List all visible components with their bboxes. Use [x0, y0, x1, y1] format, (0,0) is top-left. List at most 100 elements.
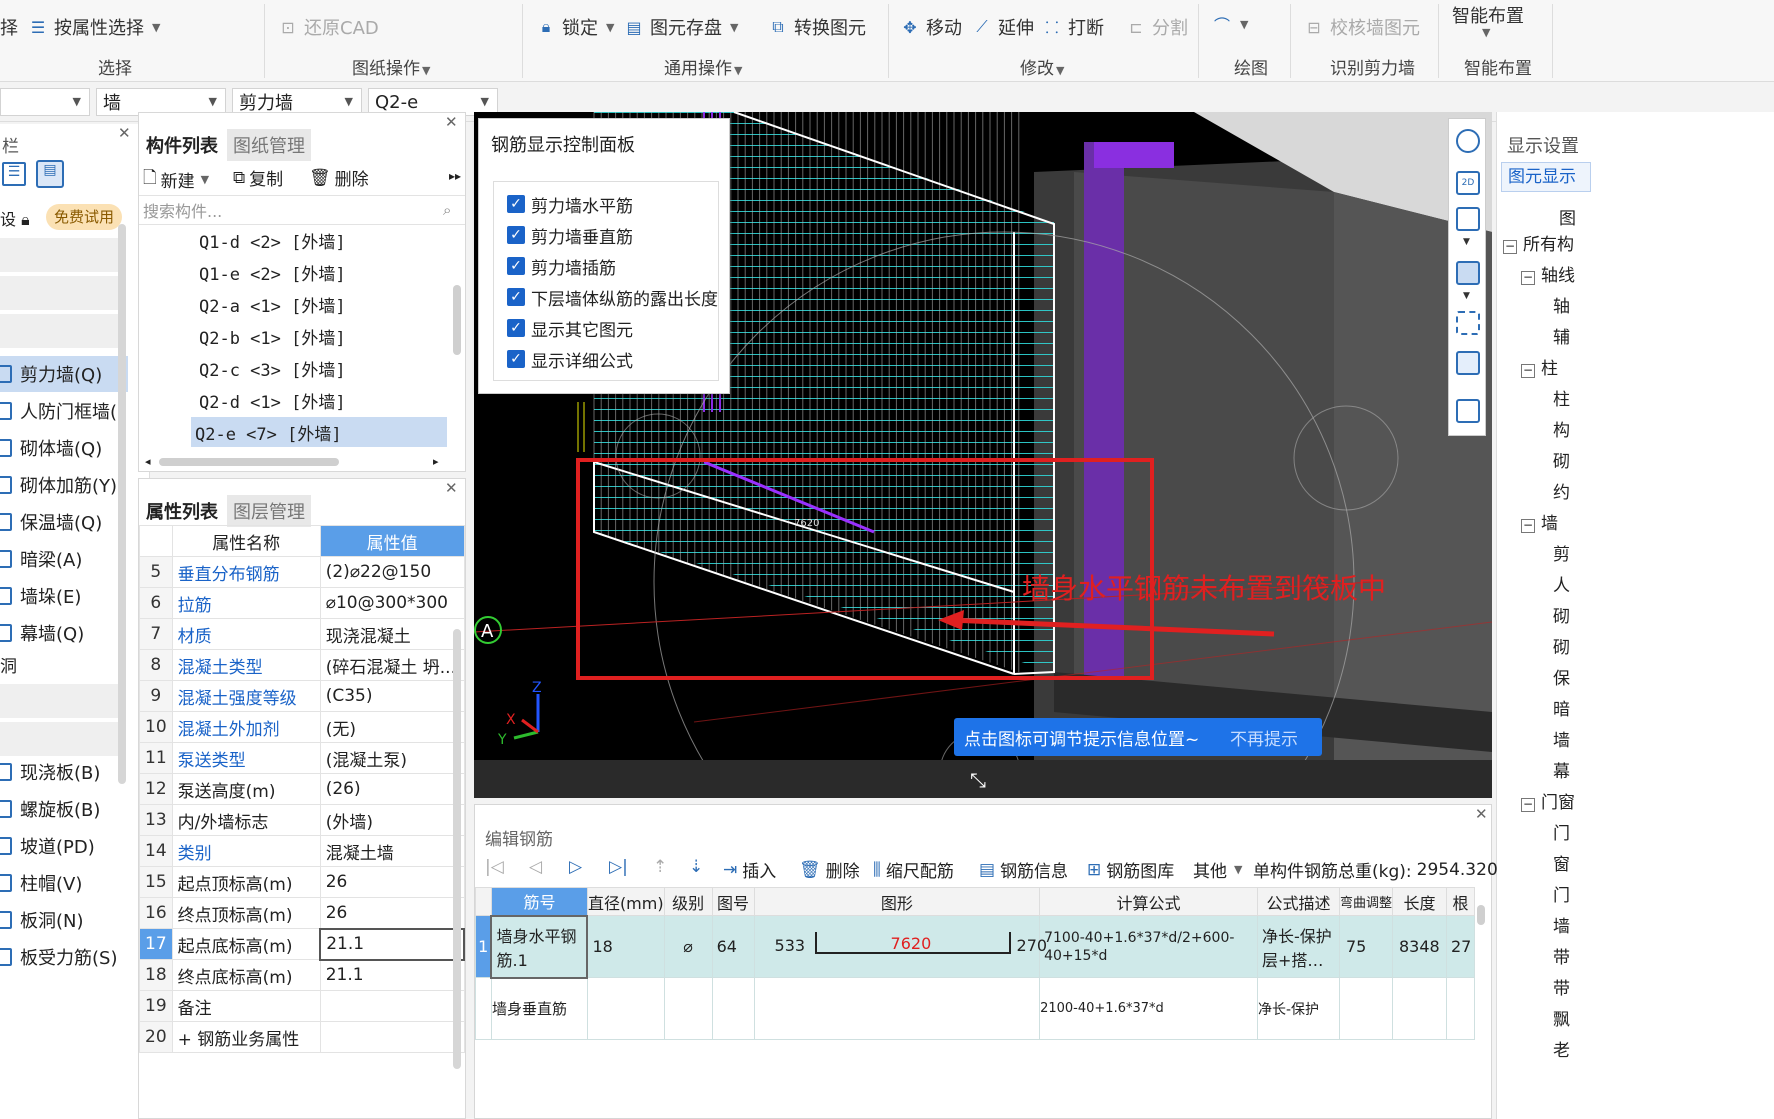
tree-node[interactable]: 门 — [1553, 881, 1570, 906]
search-icon[interactable]: ⌕ — [443, 201, 451, 219]
cell-figure-no[interactable]: 64 — [711, 915, 755, 978]
tree-node[interactable]: 剪 — [1553, 540, 1570, 565]
tree-node[interactable]: 门 — [1553, 819, 1570, 844]
property-value[interactable]: (2)⌀22@150 — [319, 556, 465, 588]
horizontal-scrollbar[interactable] — [159, 458, 339, 466]
cell-bar-name[interactable]: 墙身水平钢筋.1 — [490, 914, 589, 979]
list-scrollbar[interactable] — [453, 285, 461, 355]
checkbox-option[interactable]: ✓ 剪力墙插筋 — [507, 253, 616, 279]
checkbox-checked-icon[interactable]: ✓ — [507, 350, 525, 368]
dropdown-arrow-icon[interactable]: ▼ — [1463, 237, 1470, 247]
tree-node[interactable]: 飘 — [1553, 1005, 1570, 1030]
tree-node[interactable]: − 轴线 — [1521, 261, 1575, 286]
cell-diameter[interactable]: 18 — [586, 915, 665, 978]
close-icon[interactable]: ✕ — [118, 124, 131, 142]
3d-box-icon[interactable] — [1456, 351, 1480, 375]
rebar-info-button[interactable]: ▤ 钢筋信息 — [979, 857, 1068, 883]
table-row[interactable]: 18 终点底标高(m) 21.1 — [139, 959, 465, 991]
property-value[interactable]: 现浇混凝土 — [319, 618, 465, 650]
property-value[interactable]: 混凝土墙 — [319, 835, 465, 867]
property-value[interactable]: (26) — [319, 773, 465, 805]
smart-layout-dropdown[interactable]: ▼ — [1480, 26, 1490, 39]
tree-node[interactable]: 砌 — [1553, 602, 1570, 627]
property-value[interactable] — [319, 1021, 465, 1053]
tree-node[interactable]: 构 — [1553, 416, 1570, 441]
insert-button[interactable]: ⇥ 插入 — [723, 857, 776, 883]
cell-formula[interactable]: 2100-40+1.6*37*d — [1039, 977, 1258, 1040]
first-record-icon[interactable]: |◁ — [485, 857, 504, 877]
nav-scrollbar[interactable] — [118, 224, 126, 784]
close-icon[interactable]: ✕ — [445, 113, 458, 131]
tab-component-list[interactable]: 构件列表 — [139, 129, 225, 161]
table-row[interactable]: 20 + 钢筋业务属性 — [139, 1021, 465, 1053]
tree-node[interactable]: 轴 — [1553, 292, 1570, 317]
2d-view-icon[interactable]: 2D — [1456, 171, 1480, 195]
checkbox-checked-icon[interactable]: ✓ — [507, 195, 525, 213]
table-row[interactable]: 9 混凝土强度等级 (C35) — [139, 680, 465, 712]
checkbox-option[interactable]: ✓ 下层墙体纵筋的露出长度 — [507, 284, 718, 310]
list-view-icon[interactable]: ☰ — [2, 162, 26, 186]
tree-node[interactable]: 辅 — [1553, 323, 1570, 348]
list-item[interactable]: Q2-a <1> [外墙] — [199, 289, 346, 319]
select-by-prop-button[interactable]: ☰ 按属性选择 ▼ — [28, 14, 161, 40]
tree-node[interactable]: − 门窗 — [1521, 788, 1575, 813]
more-arrows-icon[interactable]: ▸▸ — [449, 169, 461, 183]
lock-button[interactable]: 🔒︎ 锁定 ▼ — [536, 14, 615, 40]
table-row[interactable]: 11 泵送类型 (混凝土泵) — [139, 742, 465, 774]
sidebar-item[interactable]: 板洞(N) — [0, 902, 128, 938]
close-icon[interactable]: ✕ — [1475, 805, 1488, 823]
table-scrollbar[interactable] — [1477, 905, 1485, 925]
tab-drawing-manage[interactable]: 图纸管理 — [227, 129, 311, 161]
cube-view-icon[interactable] — [1456, 207, 1480, 231]
checkbox-option[interactable]: ✓ 显示详细公式 — [507, 346, 633, 372]
tree-node[interactable]: 带 — [1553, 974, 1570, 999]
property-value[interactable]: ⌀10@300*300 — [319, 587, 465, 619]
collapse-toggle-icon[interactable]: − — [1521, 271, 1535, 285]
collapse-toggle-icon[interactable]: − — [1521, 364, 1535, 378]
tree-node[interactable]: − 所有构 — [1503, 230, 1574, 255]
tip-position-icon[interactable]: ⤡ — [970, 768, 986, 792]
sidebar-item[interactable]: 墙垛(E) — [0, 578, 128, 614]
property-value[interactable]: (C35) — [319, 680, 465, 712]
settings-list-icon[interactable] — [1456, 399, 1480, 423]
next-record-icon[interactable]: ▷ — [569, 857, 582, 877]
list-item[interactable]: Q2-e <7> [外墙] — [191, 417, 447, 447]
checkbox-checked-icon[interactable]: ✓ — [507, 319, 525, 337]
tree-node[interactable]: − 墙 — [1521, 509, 1558, 534]
sidebar-item[interactable]: 砌体加筋(Y) — [0, 467, 128, 503]
property-value[interactable]: 26 — [319, 866, 465, 898]
tree-node[interactable]: 窗 — [1553, 850, 1570, 875]
table-row[interactable]: 17 起点底标高(m) 21.1 — [139, 927, 465, 961]
property-value[interactable]: 26 — [319, 897, 465, 929]
sidebar-item[interactable]: 螺旋板(B) — [0, 791, 128, 827]
property-value[interactable]: (无) — [319, 711, 465, 743]
tree-node[interactable]: − 柱 — [1521, 354, 1558, 379]
smart-layout-button[interactable]: 智能布置 — [1452, 2, 1524, 28]
checkbox-checked-icon[interactable]: ✓ — [507, 257, 525, 275]
cell-grade[interactable]: ⌀ — [663, 915, 713, 978]
convert-element-button[interactable]: ⧉ 转换图元 — [768, 14, 866, 40]
property-value[interactable] — [319, 990, 465, 1022]
tab-element-display[interactable]: 图元显示 — [1501, 162, 1591, 192]
tree-node[interactable]: 墙 — [1553, 726, 1570, 751]
orbit-view-icon[interactable] — [1456, 129, 1480, 153]
restore-cad-button[interactable]: ⊡ 还原CAD — [278, 14, 378, 40]
table-row[interactable]: 15 起点顶标高(m) 26 — [139, 866, 465, 898]
tree-node[interactable]: 暗 — [1553, 695, 1570, 720]
sidebar-item[interactable]: 柱帽(V) — [0, 865, 128, 901]
list-item[interactable]: Q1-d <2> [外墙] — [199, 225, 346, 255]
scroll-right-arrow[interactable]: ▸ — [433, 455, 439, 468]
checkbox-checked-icon[interactable]: ✓ — [507, 288, 525, 306]
cell-bar-name[interactable]: 墙身垂直筋 — [490, 977, 588, 1040]
table-row[interactable]: 7 材质 现浇混凝土 — [139, 618, 465, 650]
sidebar-item[interactable]: 坡道(PD) — [0, 828, 128, 864]
tree-node[interactable]: 墙 — [1553, 912, 1570, 937]
sidebar-item[interactable]: 暗梁(A) — [0, 541, 128, 577]
scale-rebar-button[interactable]: ⫼ 缩尺配筋 — [873, 857, 954, 883]
table-row[interactable]: 墙身垂直筋 2100-40+1.6*37*d 净长-保护 — [475, 977, 1476, 1040]
sidebar-item[interactable]: 现浇板(B) — [0, 754, 128, 790]
delete-button[interactable]: 🗑︎ 删除 — [309, 165, 369, 191]
tree-node[interactable]: 老 — [1553, 1036, 1570, 1061]
table-row[interactable]: 14 类别 混凝土墙 — [139, 835, 465, 867]
sidebar-item[interactable]: 人防门框墙( — [0, 393, 128, 429]
